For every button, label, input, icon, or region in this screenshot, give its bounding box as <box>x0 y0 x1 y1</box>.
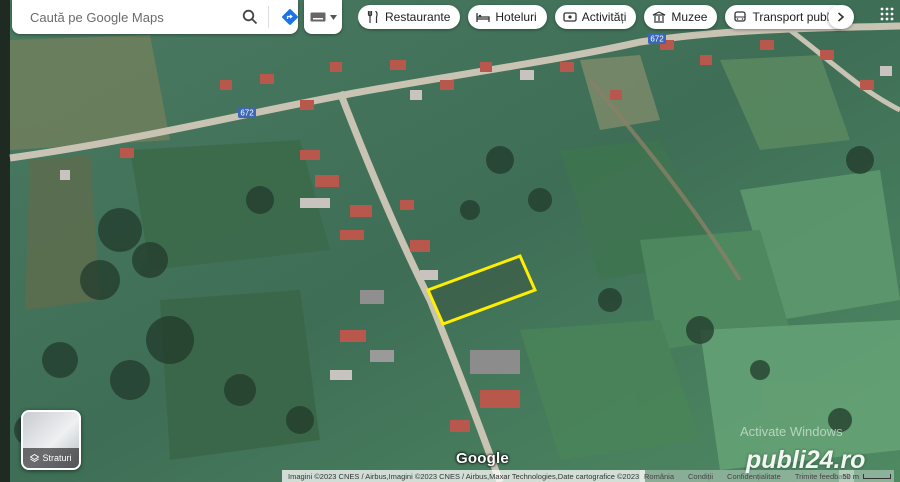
map-attribution: Imagini ©2023 CNES / Airbus,Imagini ©202… <box>282 470 646 482</box>
apps-grid-icon[interactable] <box>880 7 894 21</box>
search-input[interactable] <box>28 8 222 26</box>
bus-icon <box>733 10 747 24</box>
chips-next-button[interactable] <box>828 5 854 29</box>
footer-link-country[interactable]: România <box>644 472 674 481</box>
chip-restaurants[interactable]: Restaurante <box>358 5 461 29</box>
directions-icon[interactable] <box>280 7 300 27</box>
layers-label: Straturi <box>42 453 72 463</box>
footer-link-privacy[interactable]: Confidențialitate <box>727 472 781 481</box>
road-shield-2[interactable]: 672 <box>648 33 666 44</box>
scale-line <box>863 473 891 479</box>
satellite-map[interactable]: 672 672 <box>0 0 900 482</box>
fork-knife-icon <box>366 10 380 24</box>
search-icon[interactable] <box>240 7 260 27</box>
chip-label: Muzee <box>671 10 708 24</box>
chip-hotels[interactable]: Hoteluri <box>468 5 547 29</box>
museum-icon <box>652 10 666 24</box>
layers-button[interactable]: Straturi <box>21 410 81 470</box>
scale-bar[interactable]: 50 m <box>839 470 894 482</box>
chip-label: Restaurante <box>385 10 451 24</box>
svg-text:672: 672 <box>240 109 254 118</box>
google-logo: Google <box>456 450 509 467</box>
layers-label-bar: Straturi <box>23 448 79 468</box>
input-tools-button[interactable] <box>304 0 342 34</box>
footer-link-terms[interactable]: Condiții <box>688 472 713 481</box>
layers-icon <box>30 453 40 462</box>
chevron-right-icon <box>837 12 845 22</box>
scale-label: 50 m <box>842 471 859 481</box>
separator <box>268 6 269 28</box>
os-activation-overlay: Activate Windows <box>740 424 843 439</box>
ticket-icon <box>563 10 577 24</box>
chip-label: Transport public <box>752 10 839 24</box>
bed-icon <box>476 10 491 24</box>
chip-label: Hoteluri <box>495 10 537 24</box>
footer-links: România Condiții Confidențialitate Trimi… <box>640 470 854 482</box>
chip-activities[interactable]: Activități <box>554 5 637 29</box>
chip-label: Activități <box>581 10 627 24</box>
chevron-down-icon <box>329 14 337 20</box>
keyboard-icon <box>310 12 325 22</box>
search-box <box>12 0 298 34</box>
svg-text:672: 672 <box>650 35 664 44</box>
road-shield-1[interactable]: 672 <box>238 107 256 118</box>
category-chips: Restaurante Hoteluri Activități Muzee Tr… <box>358 0 852 34</box>
chip-museums[interactable]: Muzee <box>644 5 718 29</box>
